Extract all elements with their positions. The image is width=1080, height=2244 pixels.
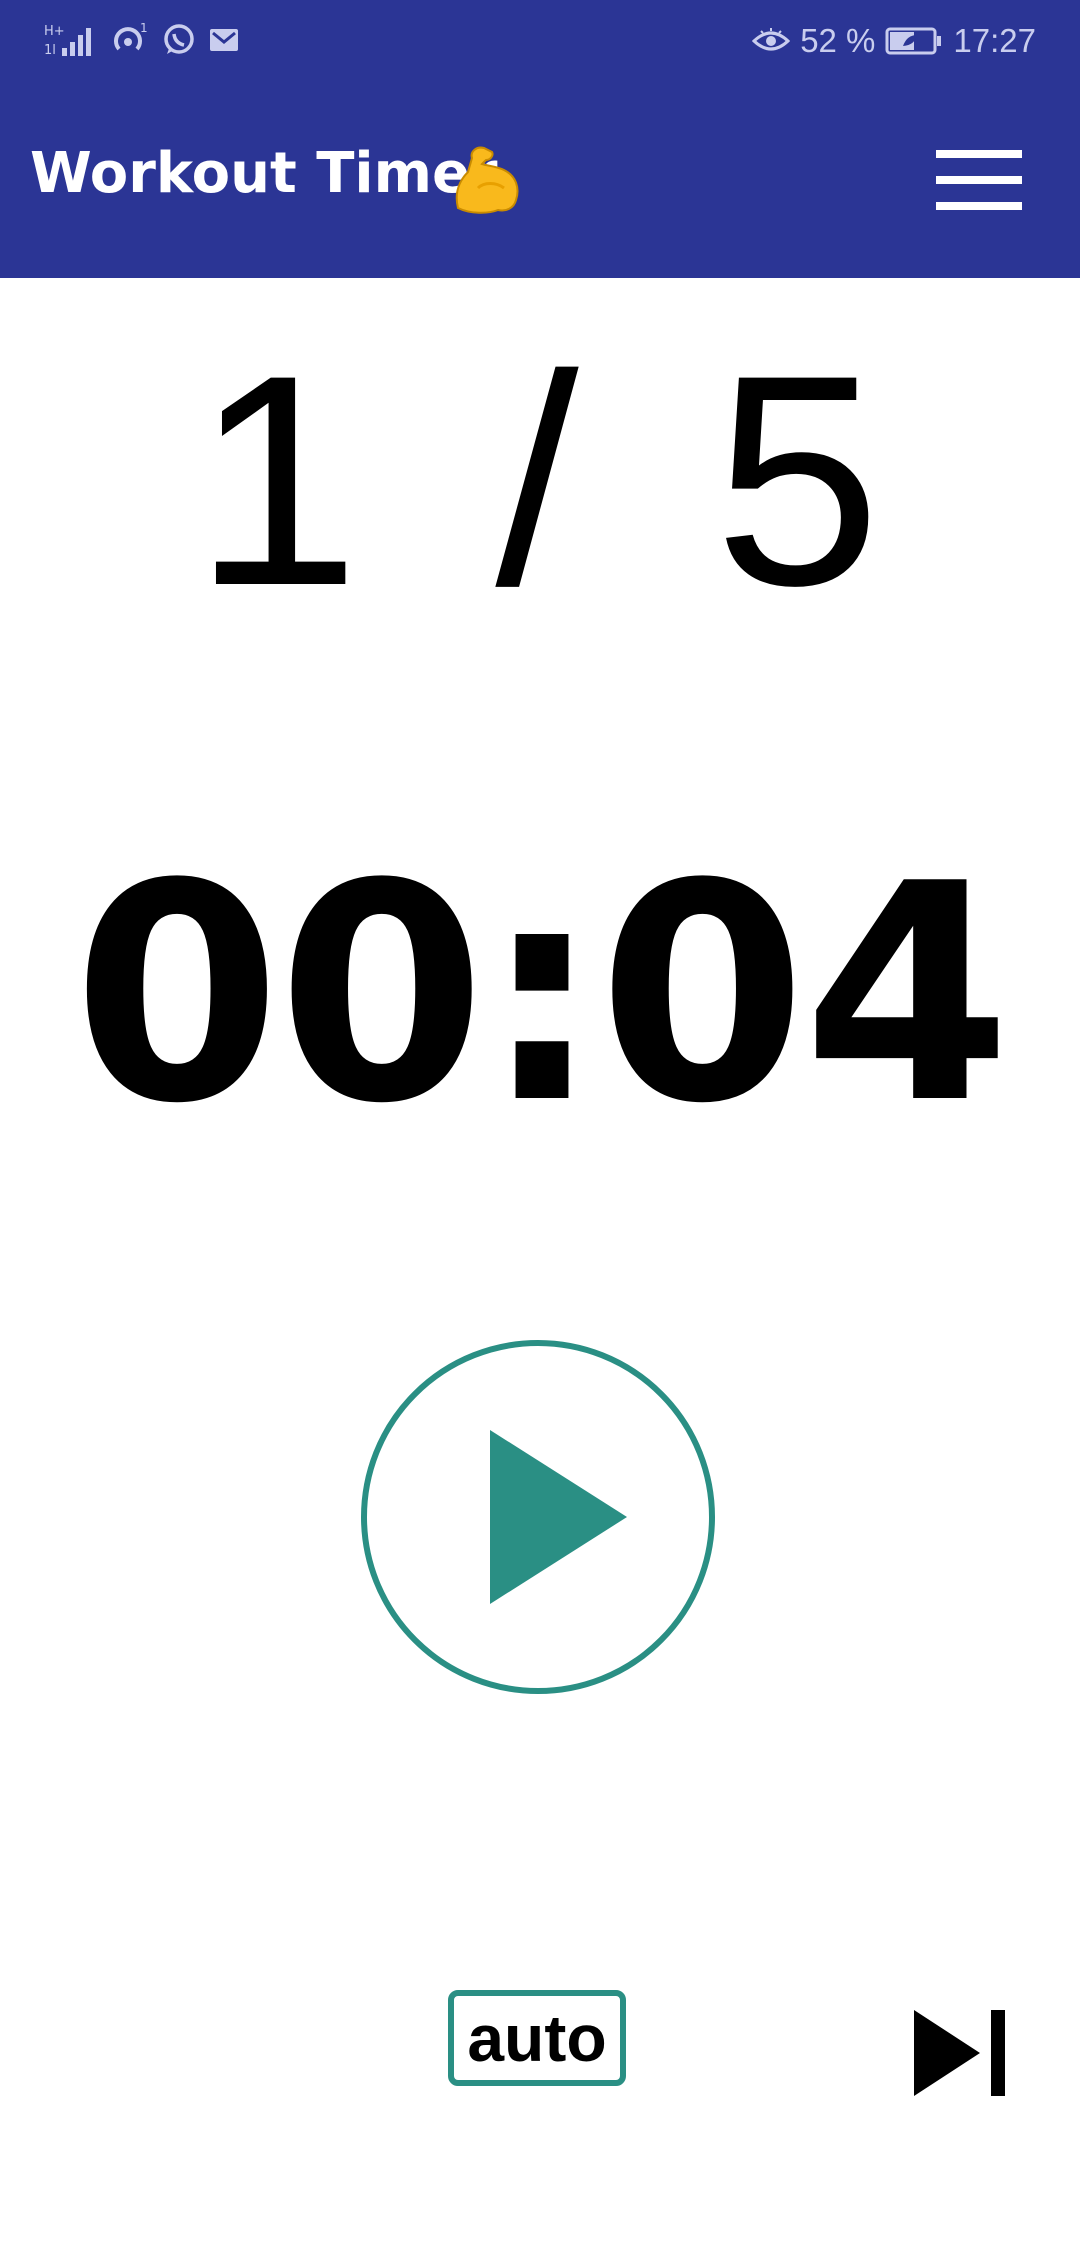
status-icons-right: 52 % 17:27 <box>752 22 1036 60</box>
battery-icon <box>885 26 943 56</box>
whatsapp-icon <box>162 23 196 57</box>
svg-text:H+: H+ <box>44 24 65 39</box>
notification-count: 1 <box>140 22 148 35</box>
hotspot-icon: 1 <box>110 22 150 58</box>
flexed-biceps-icon <box>448 144 522 220</box>
mail-icon <box>208 27 240 53</box>
play-button[interactable] <box>361 1340 715 1694</box>
eye-comfort-icon <box>752 27 791 55</box>
status-bar: H+ 1l 1 52 % 17:27 <box>0 0 1080 86</box>
skip-next-icon <box>914 2010 1005 2096</box>
auto-mode-toggle[interactable]: auto <box>448 1990 626 2086</box>
timer-display: 00:04 <box>72 820 1012 1169</box>
network-signal-icon: H+ 1l <box>44 22 98 58</box>
app-title: Workout Timer <box>30 141 498 206</box>
status-icons-left: H+ 1l 1 <box>44 22 240 58</box>
battery-percent: 52 % <box>800 22 876 59</box>
skip-button[interactable] <box>912 2008 1008 2098</box>
round-counter: 1 / 5 <box>193 312 887 648</box>
play-icon <box>361 1340 715 1694</box>
toolbar: Workout Timer <box>0 86 1080 278</box>
svg-text:1l: 1l <box>44 43 56 58</box>
app-bar: H+ 1l 1 52 % 17:27 Workout Timer <box>0 0 1080 278</box>
menu-button[interactable] <box>936 150 1022 210</box>
status-time: 17:27 <box>953 22 1036 59</box>
hamburger-menu-icon <box>936 150 1022 158</box>
